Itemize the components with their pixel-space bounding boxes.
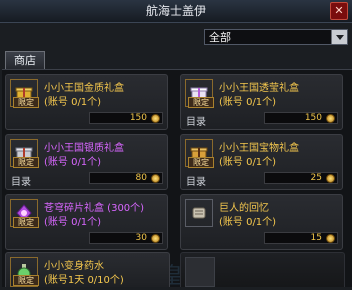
price-bar: 80	[89, 172, 163, 184]
directory-link[interactable]: 目录	[186, 173, 206, 188]
item-price: 15	[310, 233, 322, 243]
close-icon[interactable]: ✕	[330, 2, 348, 20]
price-bar: 30	[89, 232, 163, 244]
tab-shop-label: 商店	[14, 54, 36, 67]
item-name: 小小王国金质礼盒	[44, 83, 124, 94]
price-bar: 25	[264, 172, 338, 184]
item-limit: (账号 0/1个)	[219, 97, 277, 108]
window-title-bar: 航海士盖伊 ✕	[0, 0, 352, 23]
shop-item-card[interactable]: 巨人的回忆 (账号 0/1个) 15	[180, 194, 343, 250]
gift-box-icon: 限定	[185, 139, 214, 168]
item-limit: (账号1天 0/10个)	[44, 275, 124, 286]
shop-item-card[interactable]: 限定 小小王国银质礼盒 (账号 0/1个) 目录 80	[5, 134, 168, 190]
item-name: 小小王国银质礼盒	[44, 143, 124, 154]
chevron-down-icon[interactable]	[331, 30, 347, 44]
gift-box-icon: 限定	[10, 79, 39, 108]
limited-badge: 限定	[13, 275, 39, 286]
item-name: 巨人的回忆	[219, 203, 269, 214]
item-name: 小小王国透莹礼盒	[219, 83, 299, 94]
item-price: 80	[135, 173, 147, 183]
limited-badge: 限定	[13, 97, 39, 108]
item-name: 苍穹碎片礼盒 (300个)	[44, 203, 145, 214]
limited-badge: 限定	[13, 217, 39, 228]
scroll-icon-glyph	[192, 207, 206, 219]
empty-slot	[180, 252, 345, 287]
shop-item-card[interactable]: 限定 小小变身药水 (账号1天 0/10个)	[5, 252, 170, 287]
shop-item-card[interactable]: 限定 小小王国宝物礼盒 (账号 0/1个) 目录 25	[180, 134, 343, 190]
item-price: 150	[129, 113, 147, 123]
item-limit: (账号 0/1个)	[219, 157, 277, 168]
price-bar: 150	[89, 112, 163, 124]
gold-coin-icon	[151, 234, 160, 243]
gift-box-icon: 限定	[10, 139, 39, 168]
item-name: 小小变身药水	[44, 261, 104, 272]
shop-item-card[interactable]: 限定 小小王国金质礼盒 (账号 0/1个) 150	[5, 74, 168, 130]
filter-select[interactable]: 全部	[204, 29, 348, 45]
item-limit: (账号 0/1个)	[44, 217, 102, 228]
scroll-icon	[185, 199, 213, 227]
gift-box-icon: 限定	[10, 199, 39, 228]
item-price: 150	[304, 113, 322, 123]
directory-link[interactable]: 目录	[186, 113, 206, 128]
empty-slot-icon	[185, 257, 215, 287]
gift-box-icon: 限定	[185, 79, 214, 108]
limited-badge: 限定	[13, 157, 39, 168]
item-limit: (账号 0/1个)	[219, 217, 277, 228]
gold-coin-icon	[326, 114, 335, 123]
shop-item-card[interactable]: 限定 小小王国透莹礼盒 (账号 0/1个) 目录 150	[180, 74, 343, 130]
price-bar: 15	[264, 232, 338, 244]
potion-icon: 限定	[10, 257, 39, 287]
gold-coin-icon	[151, 174, 160, 183]
tab-shop[interactable]: 商店	[5, 51, 45, 70]
gold-coin-icon	[326, 234, 335, 243]
shop-item-card[interactable]: 限定 苍穹碎片礼盒 (300个) (账号 0/1个) 30	[5, 194, 168, 250]
limited-badge: 限定	[188, 97, 214, 108]
gold-coin-icon	[326, 174, 335, 183]
item-name: 小小王国宝物礼盒	[219, 143, 299, 154]
price-bar: 150	[264, 112, 338, 124]
item-limit: (账号 0/1个)	[44, 97, 102, 108]
item-price: 25	[310, 173, 322, 183]
item-limit: (账号 0/1个)	[44, 157, 102, 168]
directory-link[interactable]: 目录	[11, 173, 31, 188]
gold-coin-icon	[151, 114, 160, 123]
item-price: 30	[135, 233, 147, 243]
window-title: 航海士盖伊	[145, 4, 206, 18]
limited-badge: 限定	[188, 157, 214, 168]
filter-select-value: 全部	[209, 31, 231, 44]
